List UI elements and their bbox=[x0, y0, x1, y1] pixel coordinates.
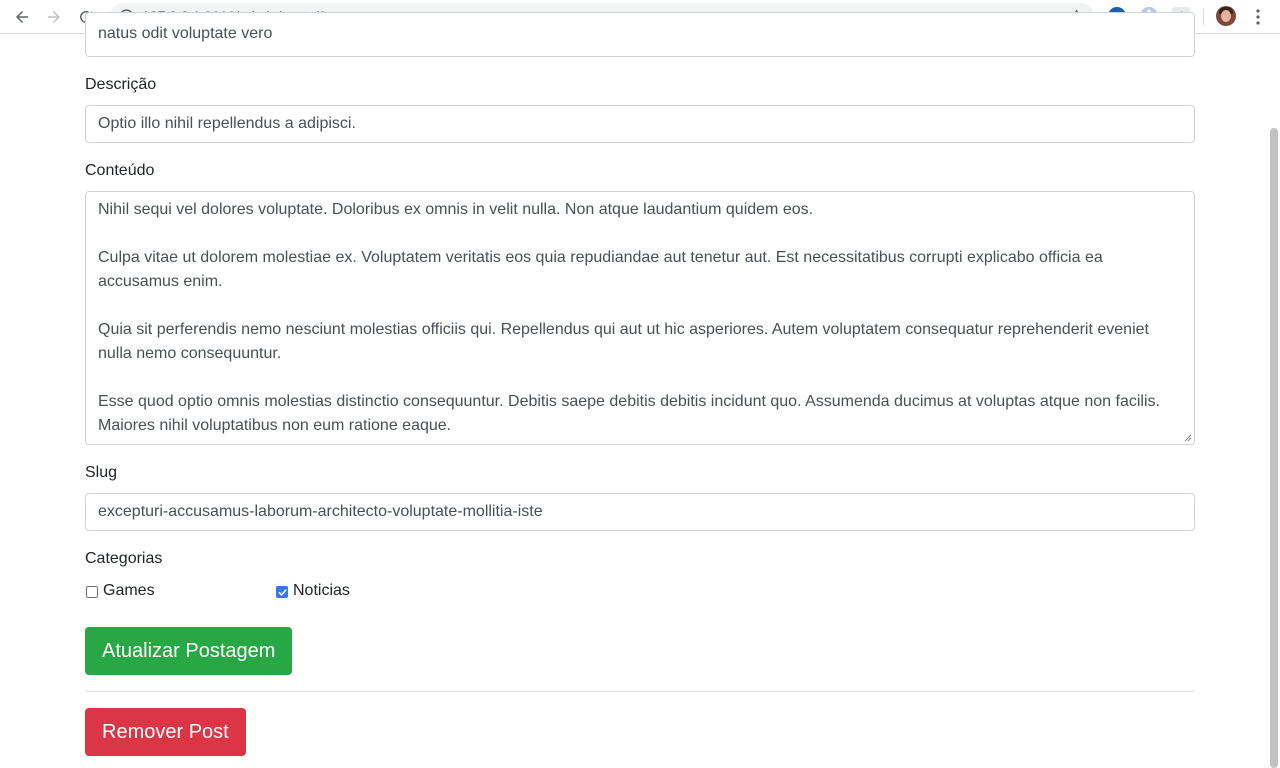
content-textarea-value: Nihil sequi vel dolores voluptate. Dolor… bbox=[98, 201, 1160, 434]
content-label: Conteúdo bbox=[85, 162, 155, 179]
title-input[interactable]: natus odit voluptate vero bbox=[85, 12, 1195, 57]
forward-button[interactable] bbox=[43, 6, 65, 28]
more-menu-icon[interactable] bbox=[1251, 8, 1265, 26]
resize-handle-icon[interactable] bbox=[1184, 434, 1192, 442]
divider bbox=[85, 691, 1195, 692]
arrow-left-icon bbox=[16, 11, 28, 23]
profile-avatar[interactable] bbox=[1216, 6, 1236, 26]
scrollbar-thumb[interactable] bbox=[1270, 128, 1278, 768]
content-textarea[interactable]: Nihil sequi vel dolores voluptate. Dolor… bbox=[85, 191, 1195, 445]
category-games-checkbox[interactable] bbox=[86, 586, 98, 598]
update-post-button[interactable]: Atualizar Postagem bbox=[85, 627, 293, 675]
arrow-right-icon bbox=[48, 11, 60, 23]
description-input-value: Optio illo nihil repellendus a adipisci. bbox=[98, 115, 356, 132]
slug-input[interactable]: excepturi-accusamus-laborum-architecto-v… bbox=[85, 493, 1195, 531]
description-input[interactable]: Optio illo nihil repellendus a adipisci. bbox=[85, 105, 1195, 143]
category-noticias-label: Noticias bbox=[293, 582, 350, 599]
checkmark-icon bbox=[278, 589, 287, 596]
toolbar-separator bbox=[1203, 9, 1204, 25]
category-games-label: Games bbox=[103, 582, 155, 599]
category-noticias[interactable]: Noticias bbox=[275, 579, 445, 603]
categories-label: Categorias bbox=[85, 550, 163, 567]
remove-post-button[interactable]: Remover Post bbox=[85, 708, 246, 756]
back-button[interactable] bbox=[11, 6, 33, 28]
category-noticias-checkbox[interactable] bbox=[276, 586, 288, 598]
category-games[interactable]: Games bbox=[85, 579, 255, 603]
title-input-value: natus odit voluptate vero bbox=[98, 25, 273, 42]
description-label: Descrição bbox=[85, 76, 157, 93]
slug-label: Slug bbox=[85, 464, 118, 481]
slug-input-value: excepturi-accusamus-laborum-architecto-v… bbox=[98, 503, 543, 520]
